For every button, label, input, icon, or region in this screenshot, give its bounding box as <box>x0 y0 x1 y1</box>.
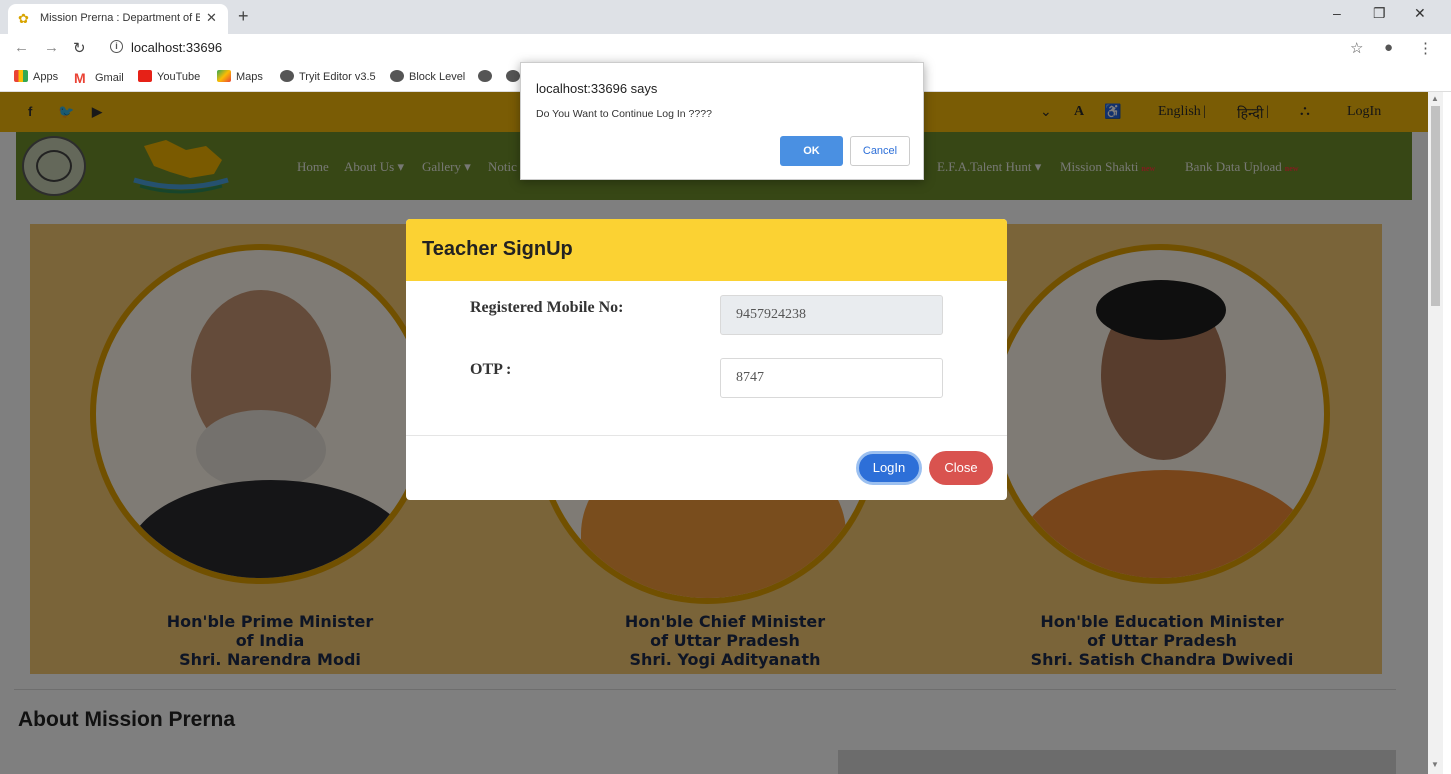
page-scrollbar[interactable]: ▲ ▼ <box>1428 92 1443 774</box>
address-bar-row: ← → ↻ i localhost:33696 ☆ ● ⋮ <box>0 34 1451 62</box>
apps-icon <box>14 70 28 82</box>
menu-icon[interactable]: ⋮ <box>1418 39 1433 57</box>
bookmark-tryit[interactable]: Tryit Editor v3.5 <box>280 70 376 83</box>
scroll-up-icon[interactable]: ▲ <box>1431 94 1439 103</box>
site-info-icon[interactable]: i <box>110 40 123 53</box>
profile-icon[interactable]: ● <box>1384 39 1393 56</box>
otp-field[interactable] <box>720 358 943 398</box>
mobile-label: Registered Mobile No: <box>470 299 624 316</box>
bookmark-apps[interactable]: Apps <box>14 70 58 83</box>
mobile-field[interactable] <box>720 295 943 335</box>
globe-icon <box>506 70 520 82</box>
scroll-down-icon[interactable]: ▼ <box>1431 760 1439 769</box>
new-tab-button[interactable]: + <box>238 6 249 27</box>
minimize-icon[interactable]: – <box>1333 5 1341 21</box>
gmail-icon: M <box>74 70 86 86</box>
scroll-thumb[interactable] <box>1431 106 1440 306</box>
reload-icon[interactable]: ↻ <box>73 39 86 57</box>
bookmark-maps[interactable]: Maps <box>217 70 263 83</box>
modal-footer-divider <box>406 435 1007 436</box>
site-favicon-icon: ✿ <box>18 11 29 26</box>
login-button[interactable]: LogIn <box>856 451 922 485</box>
maps-icon <box>217 70 231 82</box>
url-field[interactable]: localhost:33696 <box>131 40 222 55</box>
dialog-ok-button[interactable]: OK <box>780 136 843 166</box>
browser-confirm-dialog: localhost:33696 says Do You Want to Cont… <box>520 62 924 180</box>
tab-title: Mission Prerna : Department of B <box>40 12 200 24</box>
modal-title: Teacher SignUp <box>422 238 573 260</box>
bookmark-extra[interactable] <box>478 70 497 83</box>
dialog-cancel-button[interactable]: Cancel <box>850 136 910 166</box>
browser-tab[interactable]: ✿ Mission Prerna : Department of B ✕ <box>8 4 228 34</box>
dialog-message: Do You Want to Continue Log In ???? <box>536 108 712 120</box>
otp-label: OTP : <box>470 361 512 378</box>
dialog-title: localhost:33696 says <box>536 81 658 96</box>
globe-icon <box>478 70 492 82</box>
teacher-signup-modal: Teacher SignUp Registered Mobile No: OTP… <box>406 219 1007 500</box>
bookmark-block-level[interactable]: Block Level <box>390 70 465 83</box>
modal-header: Teacher SignUp <box>406 219 1007 281</box>
close-button[interactable]: Close <box>929 451 993 485</box>
youtube-icon <box>138 70 152 82</box>
bookmark-youtube[interactable]: YouTube <box>138 70 200 83</box>
globe-icon <box>390 70 404 82</box>
forward-icon[interactable]: → <box>44 39 59 56</box>
restore-icon[interactable]: ❐ <box>1373 5 1386 22</box>
tab-close-icon[interactable]: ✕ <box>206 10 217 26</box>
browser-tab-bar: ✿ Mission Prerna : Department of B ✕ + –… <box>0 0 1451 34</box>
window-close-icon[interactable]: ✕ <box>1414 5 1426 22</box>
bookmark-star-icon[interactable]: ☆ <box>1350 39 1363 57</box>
back-icon[interactable]: ← <box>14 39 29 56</box>
bookmark-gmail[interactable]: M Gmail <box>74 70 124 86</box>
globe-icon <box>280 70 294 82</box>
